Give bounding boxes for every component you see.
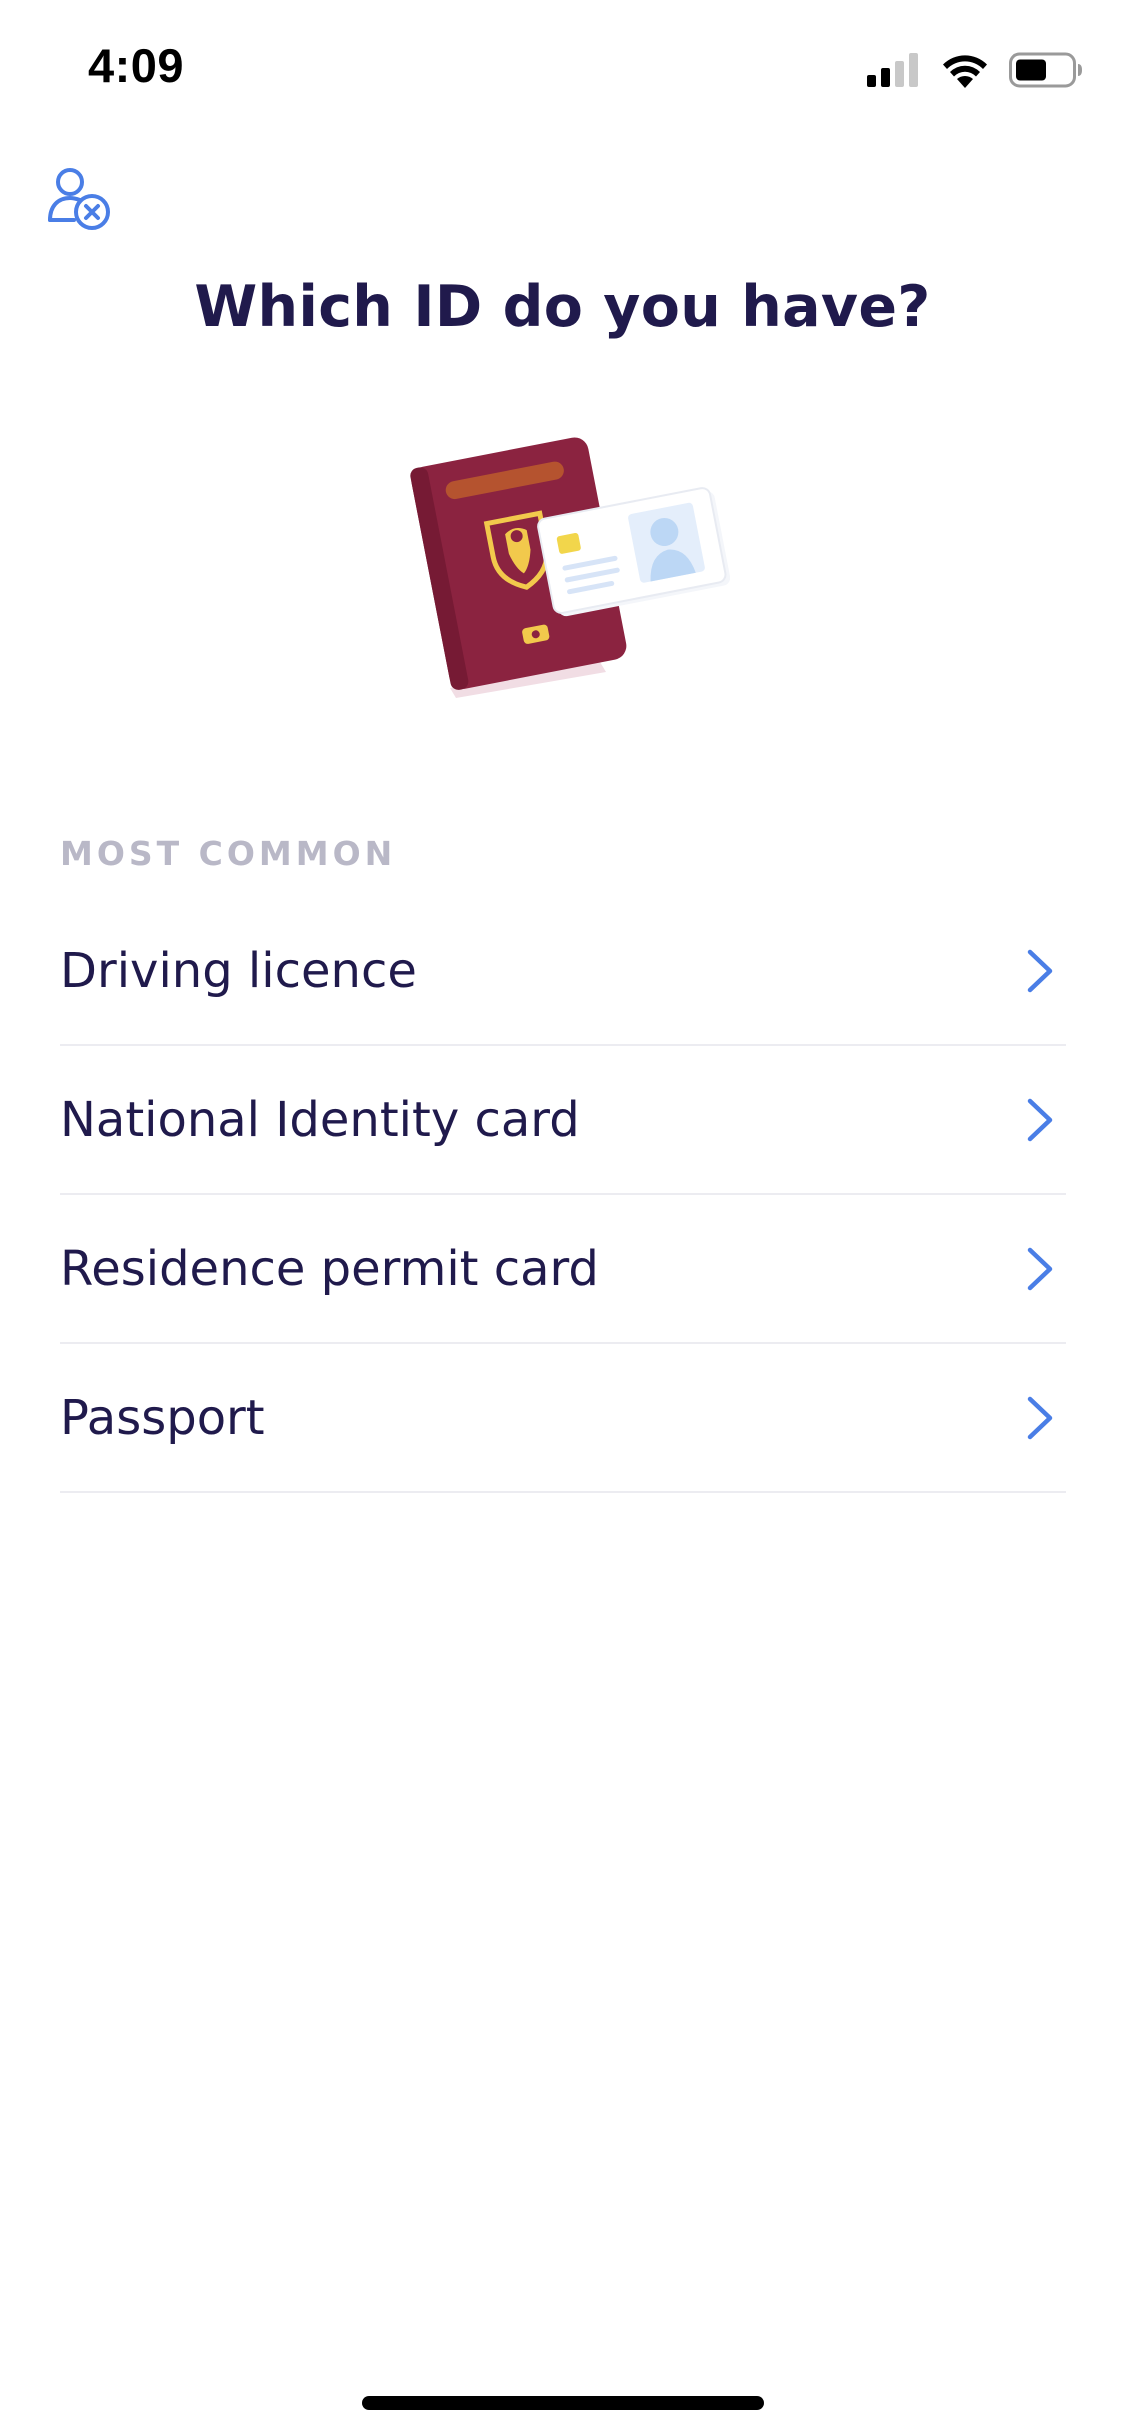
- chevron-right-icon: [1027, 1396, 1053, 1439]
- list-item-label: Passport: [60, 1389, 265, 1446]
- chevron-right-icon: [1027, 1098, 1053, 1141]
- home-indicator[interactable]: [362, 2396, 764, 2410]
- status-icons: [867, 50, 1083, 90]
- page-title: Which ID do you have?: [194, 274, 931, 340]
- passport-and-id-card-illustration: [400, 430, 731, 700]
- user-remove-icon[interactable]: [44, 162, 116, 234]
- list-item-driving-licence[interactable]: Driving licence: [60, 897, 1066, 1046]
- list-item-national-identity-card[interactable]: National Identity card: [60, 1046, 1066, 1195]
- status-bar: 4:09: [0, 0, 1125, 132]
- status-time: 4:09: [88, 39, 185, 92]
- list-item-label: Driving licence: [60, 942, 417, 999]
- list-item-passport[interactable]: Passport: [60, 1344, 1066, 1493]
- wifi-icon: [943, 55, 987, 88]
- section-header: MOST COMMON: [60, 834, 397, 873]
- cellular-signal-icon: [867, 53, 918, 87]
- list-item-residence-permit-card[interactable]: Residence permit card: [60, 1195, 1066, 1344]
- chevron-right-icon: [1027, 1247, 1053, 1290]
- battery-icon: [1009, 52, 1082, 88]
- list-item-label: National Identity card: [60, 1091, 580, 1148]
- id-type-list: Driving licence National Identity card R…: [60, 897, 1066, 1493]
- chevron-right-icon: [1027, 949, 1053, 992]
- list-item-label: Residence permit card: [60, 1240, 599, 1297]
